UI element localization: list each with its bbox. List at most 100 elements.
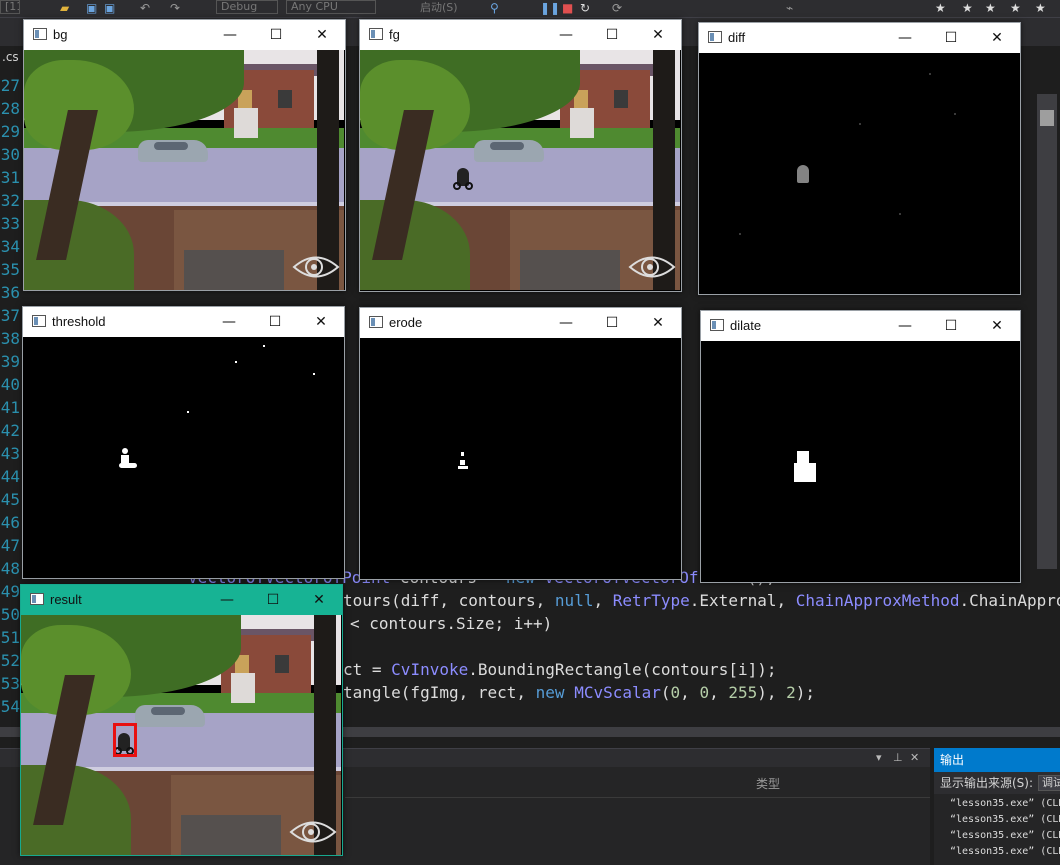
code-token: .BoundingRectangle(contours[i]); xyxy=(468,660,777,679)
mask-speck xyxy=(263,345,265,347)
stop-icon[interactable]: ■ xyxy=(562,1,573,15)
restart-icon[interactable]: ↻ xyxy=(580,1,590,15)
column-header-type[interactable]: 类型 xyxy=(756,775,780,792)
close-button[interactable]: ✕ xyxy=(298,307,344,337)
noise xyxy=(859,123,861,125)
maximize-button[interactable]: ☐ xyxy=(928,311,974,341)
minimize-button[interactable]: — xyxy=(206,307,252,337)
code-token: , xyxy=(709,683,729,702)
minimize-button[interactable]: — xyxy=(207,20,253,50)
config-combo[interactable]: Debug xyxy=(216,0,278,14)
maximize-button[interactable]: ☐ xyxy=(589,308,635,338)
code-line-52[interactable]: ct = CvInvoke.BoundingRectangle(contours… xyxy=(343,658,776,681)
mask-speck xyxy=(187,411,189,413)
output-tab[interactable]: 输出 xyxy=(934,748,1060,772)
minimize-button[interactable]: — xyxy=(204,585,250,615)
editor-vertical-scrollbar[interactable] xyxy=(1037,94,1057,569)
window-threshold[interactable]: threshold — ☐ ✕ xyxy=(22,306,345,579)
bookmark-next-icon[interactable]: ★ xyxy=(985,1,996,15)
pause-icon[interactable]: ❚❚ xyxy=(540,1,560,15)
pin-icon[interactable]: ⊥ xyxy=(893,751,903,764)
window-title-bar[interactable]: erode — ☐ ✕ xyxy=(360,308,681,338)
code-line-49[interactable]: tours(diff, contours, null, RetrType.Ext… xyxy=(343,589,1060,612)
moving-object xyxy=(797,165,809,183)
output-panel: 输出 显示输出来源(S): 调试 “lesson35.exe” (CLR “le… xyxy=(934,748,1060,865)
bookmark-clear-icon[interactable]: ★ xyxy=(1010,1,1021,15)
code-token: 0 xyxy=(670,683,681,702)
step-icon[interactable]: ⟳ xyxy=(612,1,622,15)
bookmark-menu-icon[interactable]: ★ xyxy=(1035,1,1046,15)
undo-icon[interactable]: ↶ xyxy=(140,1,150,15)
line-number: 35 xyxy=(0,260,20,279)
close-button[interactable]: ✕ xyxy=(974,311,1020,341)
close-button[interactable]: ✕ xyxy=(635,20,681,50)
attach-label[interactable]: 启动(S) xyxy=(420,1,458,15)
close-button[interactable]: ✕ xyxy=(296,585,342,615)
maximize-button[interactable]: ☐ xyxy=(252,307,298,337)
file-tab[interactable]: .cs xyxy=(2,50,19,64)
code-token: ); xyxy=(795,683,816,702)
close-button[interactable]: ✕ xyxy=(299,20,345,50)
breakpoint-icon[interactable]: ⌁ xyxy=(786,1,793,15)
window-bg[interactable]: bg — ☐ ✕ xyxy=(23,19,346,291)
maximize-button[interactable]: ☐ xyxy=(250,585,296,615)
minimize-button[interactable]: — xyxy=(543,20,589,50)
window-title-bar[interactable]: fg — ☐ ✕ xyxy=(360,20,681,50)
window-title-bar[interactable]: dilate — ☐ ✕ xyxy=(701,311,1020,341)
window-erode[interactable]: erode — ☐ ✕ xyxy=(359,307,682,580)
window-title-bar[interactable]: diff — ☐ ✕ xyxy=(699,23,1020,53)
line-number: 37 xyxy=(0,306,20,325)
output-line: “lesson35.exe” (CLR xyxy=(950,798,1060,809)
window-dilate[interactable]: dilate — ☐ ✕ xyxy=(700,310,1021,583)
output-source-bar: 显示输出来源(S): 调试 xyxy=(934,772,1060,794)
output-line: “lesson35.exe” (CLR xyxy=(950,830,1060,841)
code-line-50[interactable]: < contours.Size; i++) xyxy=(350,612,552,635)
code-line-53[interactable]: tangle(fgImg, rect, new MCvScalar(0, 0, … xyxy=(343,681,815,704)
dropdown-icon[interactable]: ▾ xyxy=(876,751,882,764)
line-number: 45 xyxy=(0,490,20,509)
code-token: , xyxy=(593,591,613,610)
line-number: 42 xyxy=(0,421,20,440)
line-number: 52 xyxy=(0,651,20,670)
bookmark-icon[interactable]: ★ xyxy=(935,1,946,15)
redo-icon[interactable]: ↷ xyxy=(170,1,180,15)
line-number: 54 xyxy=(0,697,20,716)
house-door xyxy=(614,90,628,108)
open-folder-icon[interactable]: ▰ xyxy=(60,1,69,15)
window-title: threshold xyxy=(52,314,106,329)
close-button[interactable]: ✕ xyxy=(635,308,681,338)
minimize-button[interactable]: — xyxy=(882,311,928,341)
threshold-image xyxy=(23,337,344,578)
line-number: 46 xyxy=(0,513,20,532)
close-icon[interactable]: ✕ xyxy=(910,751,919,764)
line-number: 40 xyxy=(0,375,20,394)
line-number: 36 xyxy=(0,283,20,302)
window-title-bar[interactable]: result — ☐ ✕ xyxy=(21,585,342,615)
minimize-button[interactable]: — xyxy=(543,308,589,338)
platform-combo[interactable]: Any CPU xyxy=(286,0,376,14)
car-window xyxy=(151,707,185,715)
bookmark-prev-icon[interactable]: ★ xyxy=(962,1,973,15)
output-source-combo[interactable]: 调试 xyxy=(1038,775,1060,791)
file-field[interactable]: [117 xyxy=(0,0,20,14)
close-button[interactable]: ✕ xyxy=(974,23,1020,53)
mask-bike xyxy=(119,463,137,468)
search-icon[interactable]: ⚲ xyxy=(490,1,499,15)
save-icon[interactable]: ▣ xyxy=(86,1,97,15)
maximize-button[interactable]: ☐ xyxy=(253,20,299,50)
line-number: 47 xyxy=(0,536,20,555)
window-diff[interactable]: diff — ☐ ✕ xyxy=(698,22,1021,295)
scrollbar-thumb[interactable] xyxy=(1040,110,1054,126)
code-token: null xyxy=(554,591,594,610)
save-all-icon[interactable]: ▣ xyxy=(104,1,115,15)
maximize-button[interactable]: ☐ xyxy=(589,20,635,50)
noise xyxy=(929,73,931,75)
window-title-bar[interactable]: threshold — ☐ ✕ xyxy=(23,307,344,337)
window-result[interactable]: result — ☐ ✕ xyxy=(20,584,343,856)
noise xyxy=(739,233,741,235)
line-number: 50 xyxy=(0,605,20,624)
window-fg[interactable]: fg — ☐ ✕ xyxy=(359,19,682,292)
window-title-bar[interactable]: bg — ☐ ✕ xyxy=(24,20,345,50)
maximize-button[interactable]: ☐ xyxy=(928,23,974,53)
minimize-button[interactable]: — xyxy=(882,23,928,53)
